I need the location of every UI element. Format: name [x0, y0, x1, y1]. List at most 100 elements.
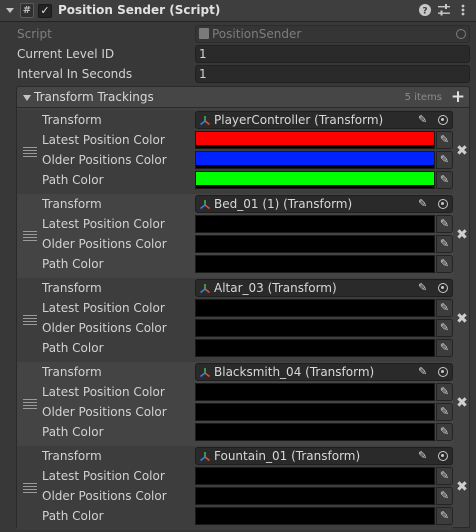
list-count: 5 items — [404, 92, 442, 103]
older-color-swatch[interactable] — [195, 403, 435, 421]
transform-icon — [200, 452, 210, 462]
path-color-swatch[interactable] — [195, 507, 435, 525]
object-picker-icon[interactable] — [438, 451, 448, 461]
svg-text:?: ? — [422, 7, 427, 17]
eyedropper-icon[interactable]: ✎ — [436, 151, 453, 169]
transform-icon — [200, 200, 210, 210]
transform-icon — [200, 116, 210, 126]
older-color-swatch[interactable] — [195, 319, 435, 337]
object-picker-icon[interactable] — [438, 199, 448, 209]
eyedropper-icon[interactable]: ✎ — [436, 131, 453, 149]
remove-element-button[interactable]: ✖ — [456, 143, 468, 159]
script-icon: # — [20, 3, 34, 18]
path-color-swatch[interactable] — [195, 423, 435, 441]
object-picker-icon[interactable] — [438, 115, 448, 125]
alpha-bar — [196, 269, 434, 272]
transform-label: Transform — [42, 281, 102, 295]
transform-field[interactable]: Fountain_01 (Transform) ✎ — [195, 447, 453, 465]
transform-icon — [200, 284, 210, 294]
eyedropper-icon[interactable]: ✎ — [436, 403, 453, 421]
edit-pencil-icon[interactable]: ✎ — [418, 366, 430, 378]
eyedropper-icon[interactable]: ✎ — [436, 507, 453, 525]
eyedropper-icon[interactable]: ✎ — [436, 255, 453, 273]
edit-pencil-icon[interactable]: ✎ — [418, 450, 430, 462]
presets-icon[interactable] — [437, 3, 451, 17]
list-fold-arrow-icon[interactable] — [22, 93, 32, 103]
drag-handle-icon[interactable] — [23, 147, 37, 157]
remove-element-button[interactable]: ✖ — [456, 311, 468, 327]
latest-color-swatch[interactable] — [195, 215, 435, 233]
alpha-bar — [196, 185, 434, 188]
older-color-swatch[interactable] — [195, 487, 435, 505]
eyedropper-icon[interactable]: ✎ — [436, 215, 453, 233]
transform-label: Transform — [42, 113, 102, 127]
list-element: ✖ Transform Latest Position Color Older Pos… — [0, 362, 476, 446]
alpha-bar — [196, 481, 434, 484]
eyedropper-icon[interactable]: ✎ — [436, 319, 453, 337]
edit-pencil-icon[interactable]: ✎ — [418, 282, 430, 294]
object-picker-icon[interactable] — [438, 283, 448, 293]
path-color-swatch[interactable] — [195, 255, 435, 273]
enable-checkbox[interactable]: ✓ — [38, 4, 52, 18]
transform-value: Bed_01 (1) (Transform) — [214, 197, 353, 211]
drag-handle-icon[interactable] — [23, 399, 37, 409]
latest-color-swatch[interactable] — [195, 299, 435, 317]
transform-field[interactable]: PlayerController (Transform) ✎ — [195, 111, 453, 129]
alpha-bar — [196, 145, 434, 148]
transform-field[interactable]: Bed_01 (1) (Transform) ✎ — [195, 195, 453, 213]
older-color-swatch[interactable] — [195, 151, 435, 169]
eyedropper-icon[interactable]: ✎ — [436, 235, 453, 253]
script-value: PositionSender — [212, 27, 302, 41]
more-icon[interactable] — [456, 3, 470, 17]
latest-color-swatch[interactable] — [195, 467, 435, 485]
alpha-bar — [196, 521, 434, 524]
eyedropper-icon[interactable]: ✎ — [436, 299, 453, 317]
remove-element-button[interactable]: ✖ — [456, 227, 468, 243]
drag-handle-icon[interactable] — [23, 315, 37, 325]
list-title[interactable]: Transform Trackings — [34, 89, 154, 105]
eyedropper-icon[interactable]: ✎ — [436, 467, 453, 485]
latest-color-label: Latest Position Color — [42, 385, 165, 399]
remove-element-button[interactable]: ✖ — [456, 479, 468, 495]
fold-arrow-icon[interactable] — [4, 4, 16, 16]
latest-color-label: Latest Position Color — [42, 133, 165, 147]
path-color-label: Path Color — [42, 341, 104, 355]
latest-color-swatch[interactable] — [195, 131, 435, 149]
list-element: ✖ Transform Latest Position Color Older Pos… — [0, 194, 476, 278]
path-color-label: Path Color — [42, 509, 104, 523]
transform-label: Transform — [42, 197, 102, 211]
older-color-label: Older Positions Color — [42, 405, 167, 419]
path-color-swatch[interactable] — [195, 339, 435, 357]
alpha-bar — [196, 229, 434, 232]
add-element-button[interactable]: + — [450, 89, 466, 106]
interval-field[interactable]: 1 — [195, 65, 470, 83]
transform-field[interactable]: Blacksmith_04 (Transform) ✎ — [195, 363, 453, 381]
level-field[interactable]: 1 — [195, 45, 470, 63]
edit-pencil-icon[interactable]: ✎ — [418, 114, 430, 126]
interval-label: Interval In Seconds — [17, 67, 133, 81]
eyedropper-icon[interactable]: ✎ — [436, 171, 453, 189]
help-icon[interactable]: ? — [418, 3, 432, 17]
component-header: # ✓ Position Sender (Script) ? — [0, 0, 476, 22]
alpha-bar — [196, 353, 434, 356]
latest-color-swatch[interactable] — [195, 383, 435, 401]
level-label: Current Level ID — [17, 47, 115, 61]
drag-handle-icon[interactable] — [23, 231, 37, 241]
path-color-swatch[interactable] — [195, 171, 435, 189]
eyedropper-icon[interactable]: ✎ — [436, 383, 453, 401]
transform-field[interactable]: Altar_03 (Transform) ✎ — [195, 279, 453, 297]
path-color-label: Path Color — [42, 425, 104, 439]
latest-color-label: Latest Position Color — [42, 217, 165, 231]
older-color-label: Older Positions Color — [42, 321, 167, 335]
transform-icon — [200, 368, 210, 378]
eyedropper-icon[interactable]: ✎ — [436, 487, 453, 505]
edit-pencil-icon[interactable]: ✎ — [418, 198, 430, 210]
object-picker-icon[interactable] — [438, 367, 448, 377]
alpha-bar — [196, 249, 434, 252]
eyedropper-icon[interactable]: ✎ — [436, 423, 453, 441]
eyedropper-icon[interactable]: ✎ — [436, 339, 453, 357]
older-color-swatch[interactable] — [195, 235, 435, 253]
latest-color-label: Latest Position Color — [42, 301, 165, 315]
drag-handle-icon[interactable] — [23, 483, 37, 493]
remove-element-button[interactable]: ✖ — [456, 395, 468, 411]
